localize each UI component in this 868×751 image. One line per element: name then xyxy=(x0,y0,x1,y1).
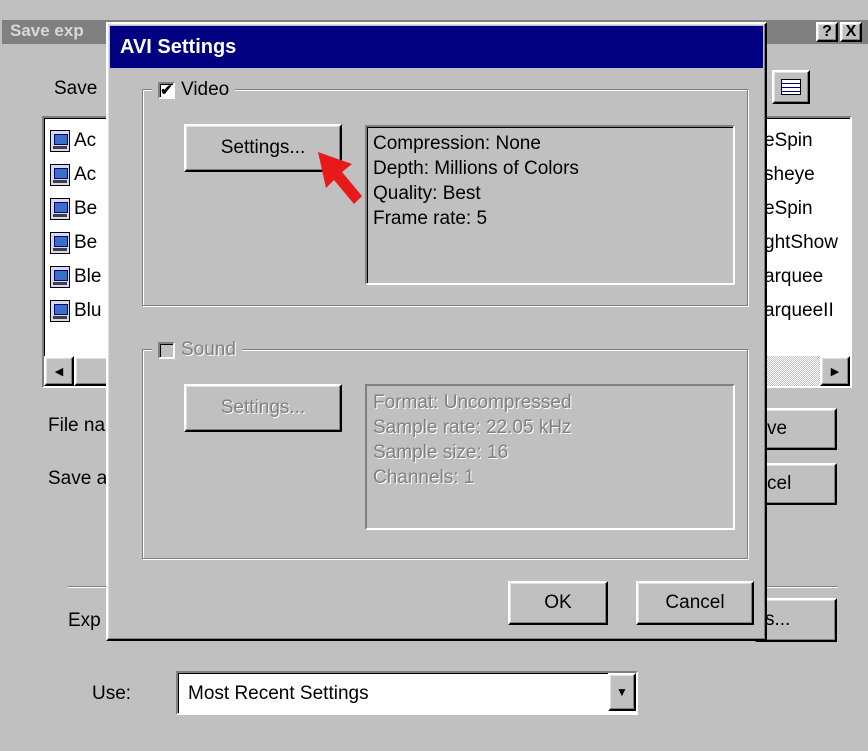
avi-settings-dialog: AVI Settings ✔ Video Settings... Compres… xyxy=(106,22,767,641)
save-in-label: Save xyxy=(54,78,98,99)
movie-file-icon xyxy=(50,300,70,322)
ok-button[interactable]: OK xyxy=(508,581,608,625)
annotation-arrow-icon xyxy=(318,152,362,204)
parent-dialog-title: Save exp xyxy=(10,21,84,40)
list-item[interactable]: ghtShow xyxy=(764,226,838,260)
video-depth: Depth: Millions of Colors xyxy=(373,158,579,179)
save-button[interactable]: ve xyxy=(755,408,837,450)
video-info-box: Compression: None Depth: Millions of Col… xyxy=(365,125,735,285)
sound-label: Sound xyxy=(181,339,236,360)
avi-cancel-button[interactable]: Cancel xyxy=(636,581,754,625)
sound-channels: Channels: 1 xyxy=(373,467,475,488)
file-name-label: File na xyxy=(48,415,106,436)
sound-format: Format: Uncompressed xyxy=(373,392,572,413)
sound-checkbox-row[interactable]: Sound xyxy=(152,339,242,361)
list-item[interactable]: Be xyxy=(50,226,101,260)
avi-title-bar[interactable]: AVI Settings xyxy=(110,26,763,68)
movie-file-icon xyxy=(50,164,70,186)
sound-sample-rate: Sample rate: 22.05 kHz xyxy=(373,417,572,438)
list-item[interactable]: arquee xyxy=(764,260,838,294)
movie-file-icon xyxy=(50,266,70,288)
view-details-icon[interactable] xyxy=(772,70,810,104)
video-checkbox[interactable]: ✔ xyxy=(158,81,175,99)
movie-file-icon xyxy=(50,130,70,152)
parent-close-button[interactable]: X xyxy=(840,22,862,42)
video-frame-rate: Frame rate: 5 xyxy=(373,208,488,229)
export-label: Exp xyxy=(68,610,101,631)
cancel-button[interactable]: cel xyxy=(755,463,837,505)
video-compression: Compression: None xyxy=(373,133,541,154)
file-list-left-column: Ac Ac Be Be Ble Blu xyxy=(50,124,101,328)
file-list-right-column: eSpin sheye eSpin ghtShow arquee arqueeI… xyxy=(764,124,838,328)
list-item[interactable]: eSpin xyxy=(764,124,838,158)
sound-checkbox[interactable] xyxy=(158,341,175,359)
list-item[interactable]: arqueeII xyxy=(764,294,838,328)
scroll-left-button[interactable]: ◀ xyxy=(44,356,74,386)
sound-sample-size: Sample size: 16 xyxy=(373,442,509,463)
use-select[interactable]: Most Recent Settings ▼ xyxy=(176,671,638,715)
options-button[interactable]: s... xyxy=(755,598,837,642)
movie-file-icon xyxy=(50,198,70,220)
chevron-down-icon[interactable]: ▼ xyxy=(608,673,636,711)
use-label: Use: xyxy=(92,683,132,704)
movie-file-icon xyxy=(50,232,70,254)
sound-info-box: Format: Uncompressed Sample rate: 22.05 … xyxy=(365,384,735,530)
list-item[interactable]: sheye xyxy=(764,158,838,192)
sound-settings-button[interactable]: Settings... xyxy=(184,384,342,432)
help-button[interactable]: ? xyxy=(816,22,838,42)
list-item[interactable]: Ble xyxy=(50,260,101,294)
list-item[interactable]: Be xyxy=(50,192,101,226)
video-quality: Quality: Best xyxy=(373,183,481,204)
list-item[interactable]: Ac xyxy=(50,124,101,158)
use-select-value: Most Recent Settings xyxy=(188,683,369,704)
list-item[interactable]: eSpin xyxy=(764,192,838,226)
video-checkbox-row[interactable]: ✔ Video xyxy=(152,79,236,101)
list-item[interactable]: Blu xyxy=(50,294,101,328)
video-label: Video xyxy=(181,79,230,100)
save-as-type-label: Save a xyxy=(48,468,108,489)
list-item[interactable]: Ac xyxy=(50,158,101,192)
avi-dialog-title: AVI Settings xyxy=(120,36,237,58)
scroll-right-button[interactable]: ▶ xyxy=(820,356,850,386)
